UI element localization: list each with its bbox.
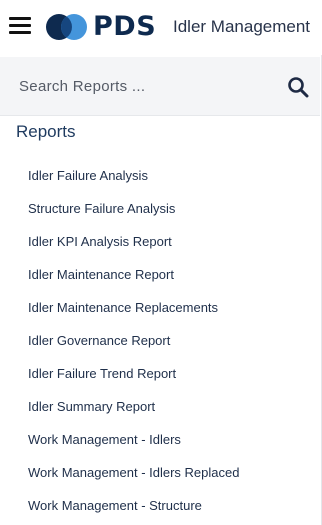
report-link-idler-maintenance-replacements[interactable]: Idler Maintenance Replacements: [0, 292, 320, 325]
report-link-idler-failure-trend-report[interactable]: Idler Failure Trend Report: [0, 358, 320, 391]
report-sidebar: PDS Idler Management Reports Idler Failu…: [0, 0, 322, 525]
report-link-work-management-idlers-replaced[interactable]: Work Management - Idlers Replaced: [0, 457, 320, 490]
search-icon[interactable]: [287, 76, 309, 98]
report-link-idler-summary-report[interactable]: Idler Summary Report: [0, 391, 320, 424]
report-link-work-management-structure[interactable]: Work Management - Structure: [0, 490, 320, 523]
app-title: Idler Management: [173, 17, 311, 36]
reports-heading: Reports: [16, 122, 76, 141]
report-list: Idler Failure Analysis Structure Failure…: [0, 160, 320, 523]
pds-logo-mark: [46, 14, 87, 40]
pds-logo[interactable]: PDS: [45, 11, 163, 43]
logo-text: PDS: [93, 11, 157, 42]
search-bar: [0, 57, 320, 116]
report-link-idler-governance-report[interactable]: Idler Governance Report: [0, 325, 320, 358]
hamburger-menu-icon[interactable]: [9, 17, 31, 35]
search-input[interactable]: [10, 70, 279, 102]
report-link-work-management-idlers[interactable]: Work Management - Idlers: [0, 424, 320, 457]
app-header: PDS Idler Management: [0, 0, 322, 55]
report-link-idler-kpi-analysis[interactable]: Idler KPI Analysis Report: [0, 226, 320, 259]
report-link-idler-failure-analysis[interactable]: Idler Failure Analysis: [0, 160, 320, 193]
report-link-idler-maintenance-report[interactable]: Idler Maintenance Report: [0, 259, 320, 292]
report-link-structure-failure-analysis[interactable]: Structure Failure Analysis: [0, 193, 320, 226]
